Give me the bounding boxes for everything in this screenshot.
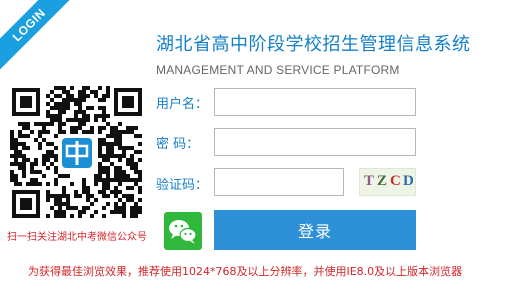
password-label: 密 码： — [156, 137, 200, 152]
username-label: 用户名： — [156, 97, 209, 112]
captcha-image[interactable]: T Z C D — [359, 168, 416, 196]
captcha-char: Z — [377, 173, 388, 189]
qr-code-panel: 扫一扫关注湖北中考微信公众号 — [0, 76, 154, 244]
wechat-icon[interactable] — [164, 212, 202, 250]
captcha-input[interactable] — [214, 168, 344, 196]
captcha-char: D — [403, 173, 414, 189]
captcha-label: 验证码： — [156, 178, 209, 193]
captcha-char: C — [390, 173, 401, 189]
page-title: 湖北省高中阶段学校招生管理信息系统 — [156, 34, 471, 55]
qr-code-image — [4, 80, 150, 226]
login-corner-ribbon: LOGIN — [0, 0, 70, 70]
login-button[interactable]: 登录 — [214, 210, 416, 250]
qr-caption: 扫一扫关注湖北中考微信公众号 — [7, 232, 147, 243]
browser-notice: 为获得最佳浏览效果，推荐使用1024*768及以上分辨率，并使用IE8.0及以上… — [28, 265, 463, 278]
page-subtitle: MANAGEMENT AND SERVICE PLATFORM — [156, 63, 400, 77]
captcha-char: T — [364, 173, 375, 189]
login-ribbon-label: LOGIN — [0, 0, 70, 70]
username-input[interactable] — [214, 88, 416, 116]
zhong-logo-icon — [59, 135, 95, 171]
password-input[interactable] — [214, 128, 416, 156]
